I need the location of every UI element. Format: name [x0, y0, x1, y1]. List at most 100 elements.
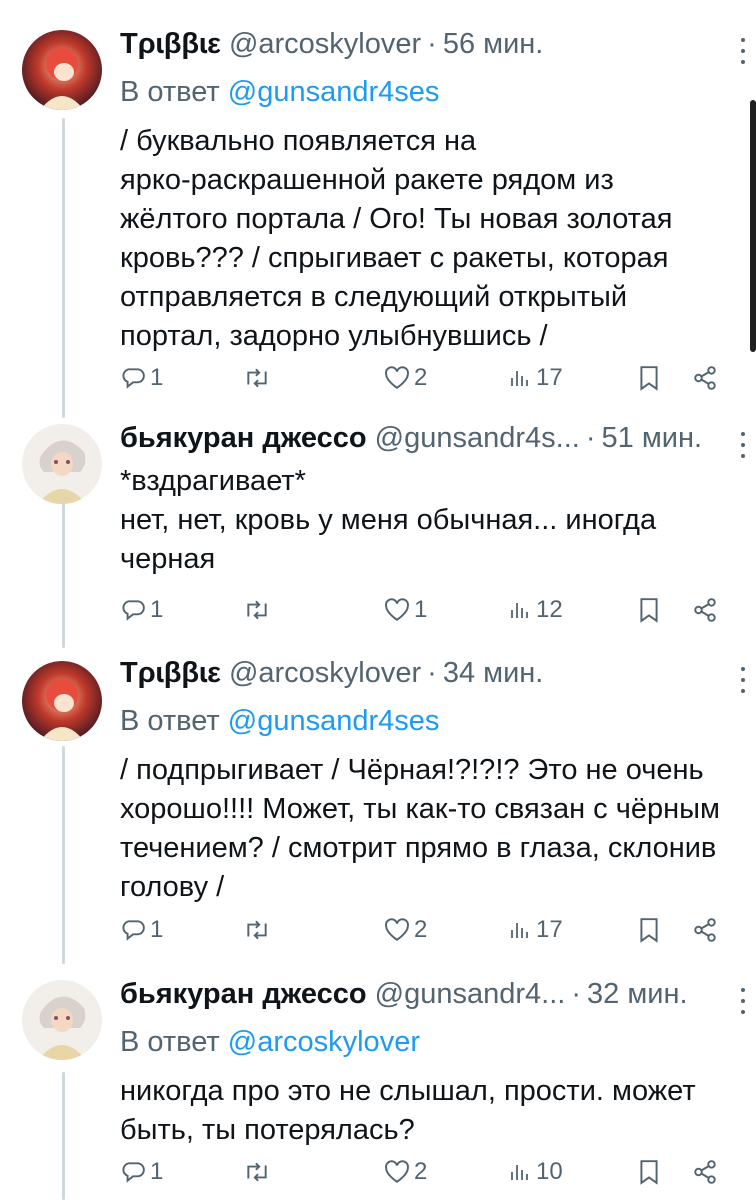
- more-options-icon[interactable]: [740, 432, 746, 458]
- author-handle[interactable]: @arcoskylover: [229, 657, 421, 690]
- bookmark-button[interactable]: [638, 1152, 660, 1192]
- tweet-text-line: / буквально появляется на: [120, 125, 477, 157]
- heart-icon: [385, 1160, 409, 1183]
- separator-dot: ·: [585, 422, 596, 454]
- share-button[interactable]: [692, 590, 718, 630]
- author-name[interactable]: Tρɩββɩε: [120, 28, 221, 61]
- avatar[interactable]: [22, 424, 102, 504]
- tweet-text-line: хорошо!!!! Может, ты как-то связан с чёр…: [120, 793, 720, 825]
- bookmark-button[interactable]: [638, 910, 660, 950]
- tweet-text-line: голову /: [120, 871, 225, 903]
- retweet-button[interactable]: [242, 358, 272, 398]
- bookmark-icon: [640, 1160, 658, 1185]
- bookmark-button[interactable]: [638, 358, 660, 398]
- tweet[interactable]: Tρɩββɩε @arcoskylover · 34 мин. В ответ …: [0, 657, 756, 957]
- tweet-text-line: ярко-раскрашенной ракете рядом из: [120, 164, 614, 196]
- reply-context: В ответ @gunsandr4ses: [120, 701, 732, 741]
- share-button[interactable]: [692, 358, 718, 398]
- reply-context: В ответ @gunsandr4ses: [120, 72, 732, 112]
- views-button[interactable]: 12: [508, 590, 563, 630]
- like-count: 1: [414, 596, 428, 623]
- views-button[interactable]: 10: [508, 1152, 563, 1192]
- views-count: 17: [536, 364, 563, 391]
- views-button[interactable]: 17: [508, 358, 563, 398]
- retweet-button[interactable]: [242, 910, 272, 950]
- reply-context: В ответ @arcoskylover: [120, 1022, 732, 1062]
- views-count: 10: [536, 1158, 563, 1185]
- reply-prefix: В ответ: [120, 76, 220, 108]
- tweet-text-line: никогда про это не слышал, прости. может: [120, 1075, 696, 1107]
- tweet-text: никогда про это не слышал, прости. может…: [120, 1072, 732, 1150]
- more-options-icon[interactable]: [740, 667, 746, 693]
- tweet-text: *вздрагивает* нет, нет, кровь у меня обы…: [120, 462, 732, 579]
- reply-button[interactable]: 1: [120, 358, 163, 398]
- author-name[interactable]: бьякуран джессо: [120, 978, 367, 1011]
- reply-count: 1: [150, 364, 164, 391]
- views-icon: [511, 1165, 528, 1180]
- timestamp[interactable]: 32 мин.: [587, 978, 688, 1011]
- tweet-text-line: портал, задорно улыбнувшись /: [120, 320, 548, 352]
- author-name[interactable]: Tρɩββɩε: [120, 657, 221, 690]
- views-icon: [511, 923, 528, 938]
- tweet-text-line: кровь??? / спрыгивает с ракеты, которая: [120, 242, 669, 274]
- share-icon: [694, 918, 716, 942]
- views-count: 17: [536, 916, 563, 943]
- bookmark-icon: [640, 918, 658, 943]
- tweet-text: / буквально появляется на ярко-раскрашен…: [120, 122, 732, 356]
- bookmark-icon: [640, 366, 658, 391]
- avatar[interactable]: [22, 661, 102, 741]
- tweet[interactable]: бьякуран джессо @gunsandr4... · 32 мин. …: [0, 978, 756, 1200]
- reply-button[interactable]: 1: [120, 910, 163, 950]
- timestamp[interactable]: 34 мин.: [443, 657, 544, 690]
- action-bar: 1 2 17: [120, 910, 730, 950]
- reply-mention-link[interactable]: @gunsandr4ses: [228, 76, 440, 108]
- views-icon: [511, 371, 528, 386]
- avatar[interactable]: [22, 30, 102, 110]
- reply-icon: [122, 600, 145, 621]
- avatar[interactable]: [22, 980, 102, 1060]
- like-count: 2: [414, 364, 428, 391]
- author-handle[interactable]: @arcoskylover: [229, 28, 421, 61]
- timestamp[interactable]: 56 мин.: [443, 28, 544, 61]
- like-button[interactable]: 2: [384, 1152, 427, 1192]
- tweet[interactable]: бьякуран джессо @gunsandr4s... · 51 мин.…: [0, 422, 756, 647]
- scrollbar[interactable]: [750, 100, 756, 352]
- reply-prefix: В ответ: [120, 705, 220, 737]
- retweet-button[interactable]: [242, 1152, 272, 1192]
- action-bar: 1 2 17: [120, 358, 730, 398]
- tweet-text-line: нет, нет, кровь у меня обычная... иногда: [120, 504, 657, 536]
- separator-dot: ·: [427, 28, 437, 60]
- retweet-button[interactable]: [242, 590, 272, 630]
- reply-button[interactable]: 1: [120, 590, 163, 630]
- like-button[interactable]: 1: [384, 590, 427, 630]
- tweet-text-line: течением? / смотрит прямо в глаза, склон…: [120, 832, 717, 864]
- reply-mention-link[interactable]: @gunsandr4ses: [228, 705, 440, 737]
- more-options-icon[interactable]: [740, 38, 746, 64]
- more-options-icon[interactable]: [740, 988, 746, 1014]
- author-handle[interactable]: @gunsandr4...: [375, 978, 566, 1011]
- action-bar: 1 2 10: [120, 1152, 730, 1192]
- reply-button[interactable]: 1: [120, 1152, 163, 1192]
- reply-count: 1: [150, 916, 164, 943]
- author-name[interactable]: бьякуран джессо: [120, 422, 367, 455]
- like-button[interactable]: 2: [384, 910, 427, 950]
- heart-icon: [385, 366, 409, 389]
- reply-mention-link[interactable]: @arcoskylover: [228, 1026, 420, 1058]
- retweet-icon: [247, 368, 267, 388]
- bookmark-button[interactable]: [638, 590, 660, 630]
- author-handle[interactable]: @gunsandr4s...: [375, 422, 580, 455]
- share-icon: [694, 1160, 716, 1184]
- like-button[interactable]: 2: [384, 358, 427, 398]
- reply-icon: [122, 368, 145, 389]
- views-button[interactable]: 17: [508, 910, 563, 950]
- reply-count: 1: [150, 596, 164, 623]
- retweet-icon: [247, 920, 267, 940]
- share-button[interactable]: [692, 1152, 718, 1192]
- views-icon: [511, 603, 528, 618]
- share-button[interactable]: [692, 910, 718, 950]
- views-count: 12: [536, 596, 563, 623]
- separator-dot: ·: [571, 978, 581, 1010]
- timestamp[interactable]: 51 мин.: [602, 422, 703, 455]
- reply-icon: [122, 1162, 145, 1183]
- tweet[interactable]: Tρɩββɩε @arcoskylover · 56 мин. В ответ …: [0, 28, 756, 403]
